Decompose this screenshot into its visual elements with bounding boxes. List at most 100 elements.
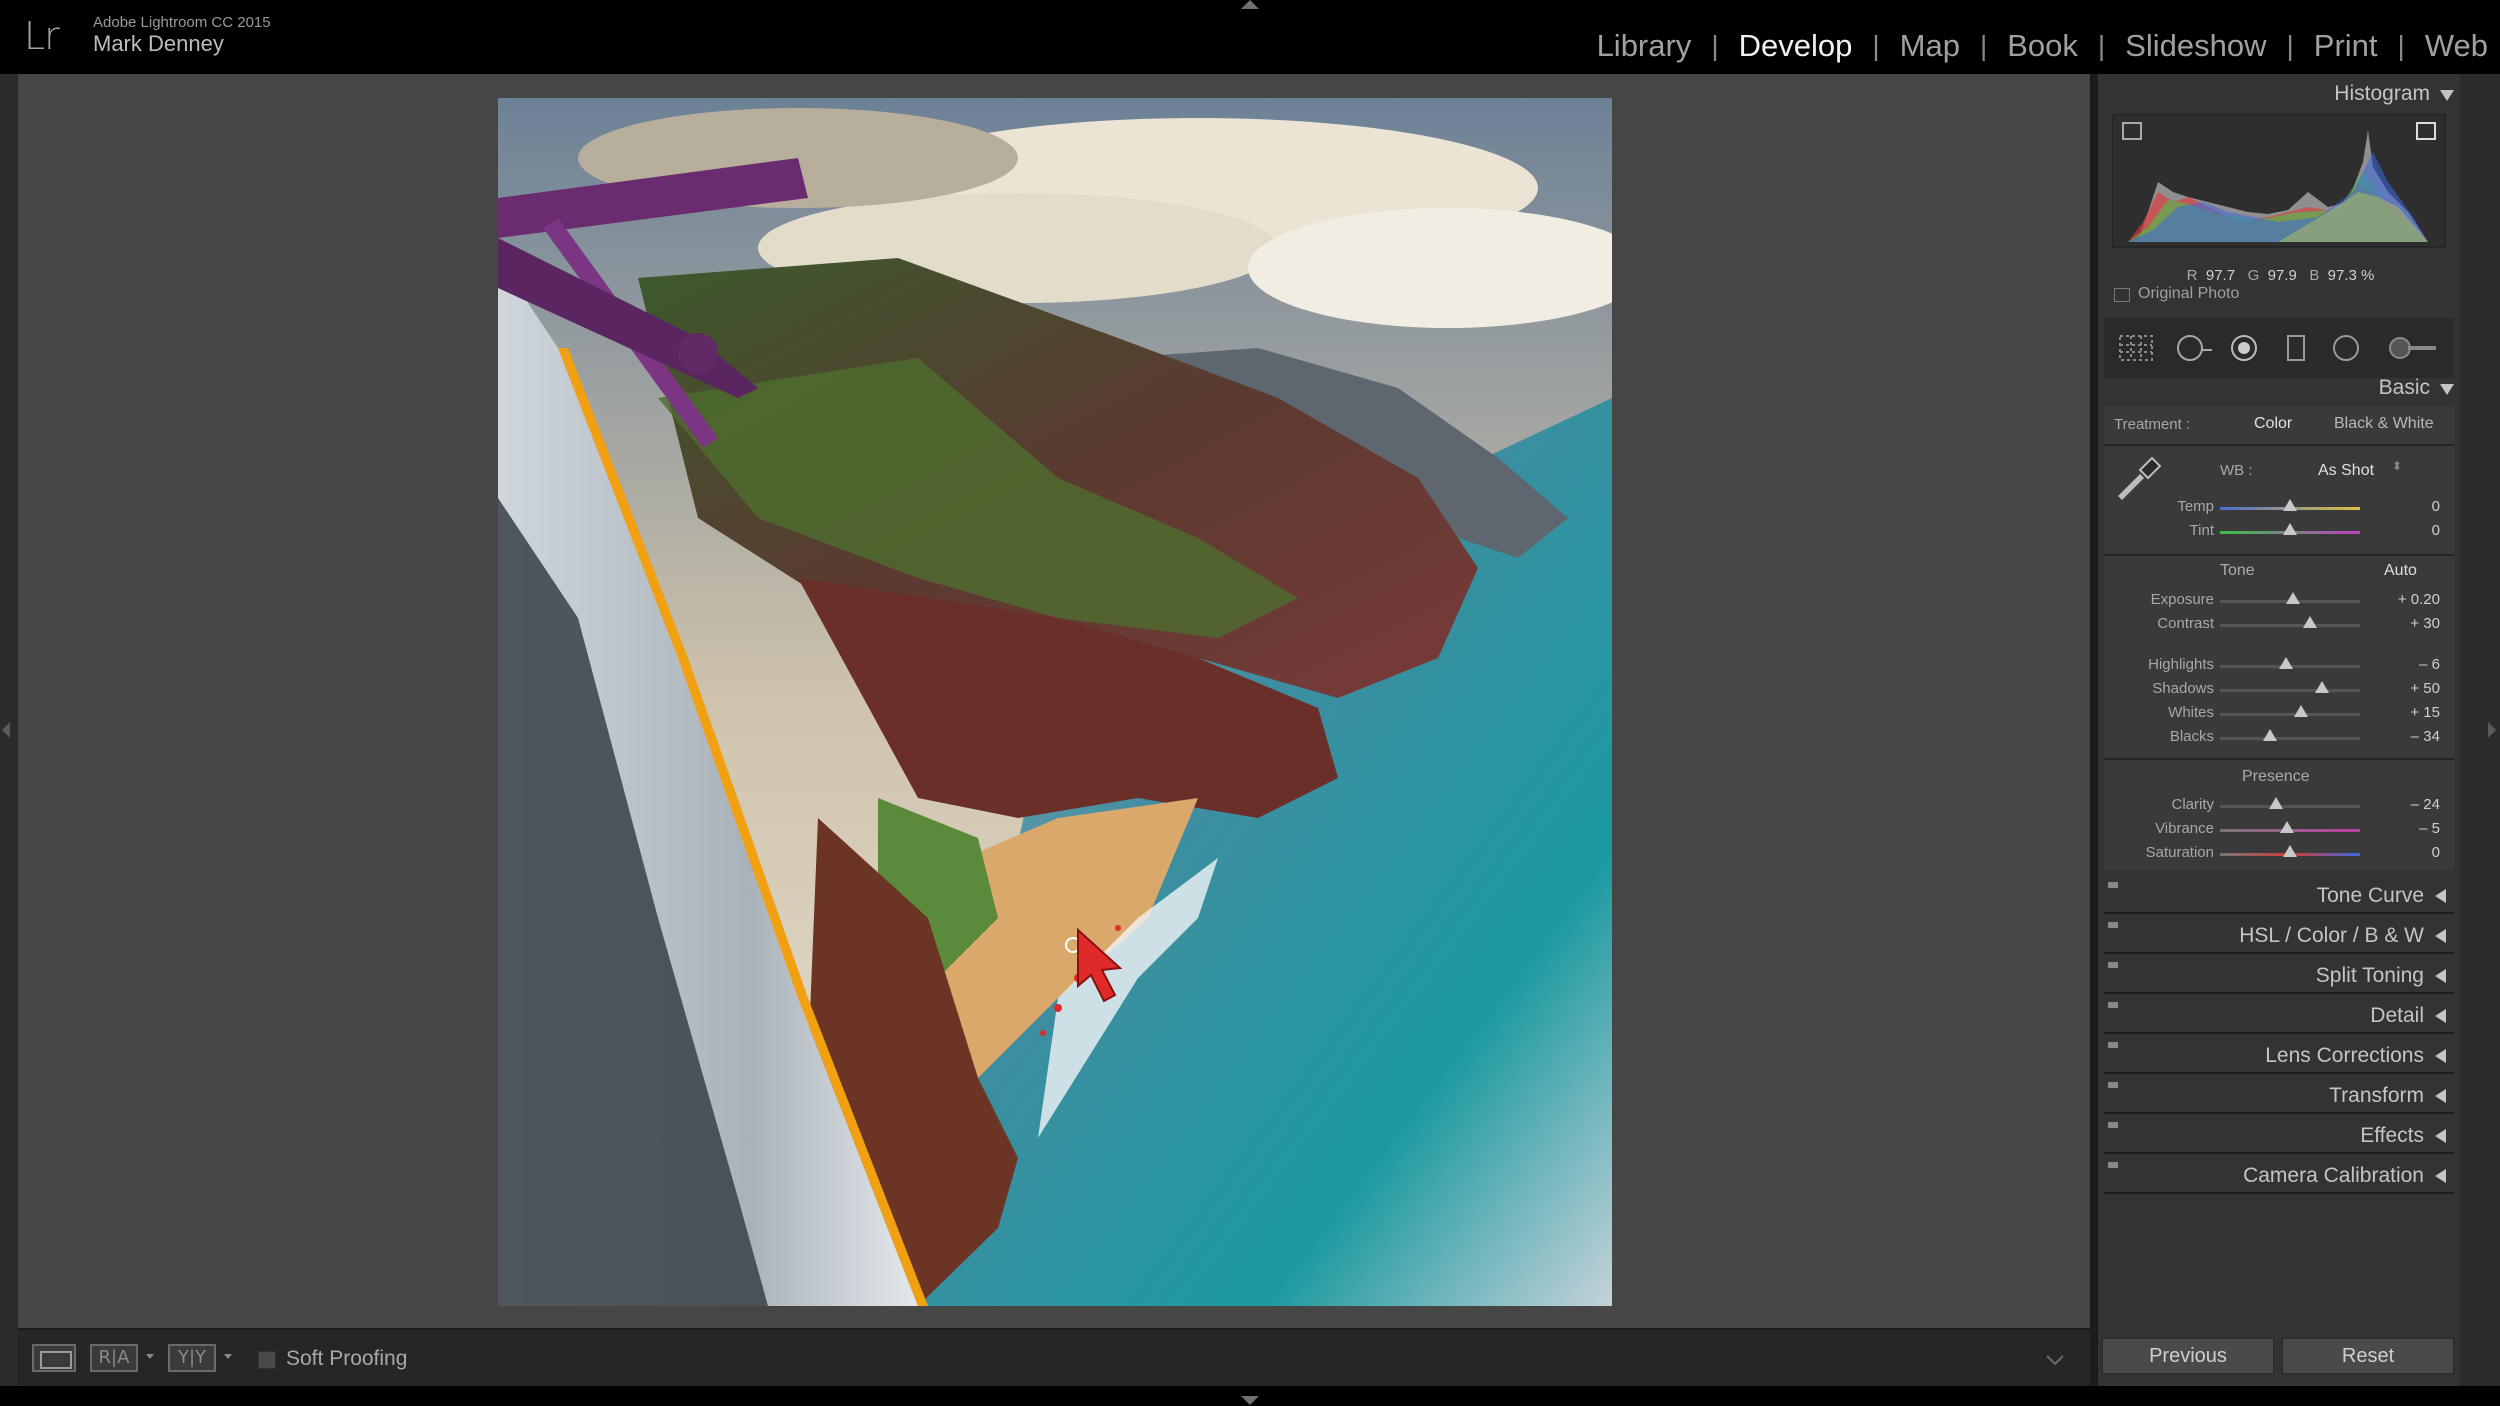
exposure-value[interactable]: + 0.20 <box>2370 591 2440 608</box>
hsl-panel-header[interactable]: HSL / Color / B & W <box>2104 916 2454 954</box>
slider-thumb[interactable] <box>2278 657 2293 669</box>
module-develop[interactable]: Develop <box>1719 28 1873 64</box>
module-web[interactable]: Web <box>2405 28 2500 64</box>
previous-button[interactable]: Previous <box>2102 1338 2274 1374</box>
panel-toggle-icon[interactable] <box>2108 1002 2118 1008</box>
chevron-updown-icon[interactable]: ⬍ <box>2392 459 2402 473</box>
treatment-bw-option[interactable]: Black & White <box>2334 415 2434 433</box>
left-panel-toggle-icon[interactable] <box>2 722 10 738</box>
basic-panel-header[interactable]: Basic <box>2379 376 2430 400</box>
detail-panel-header[interactable]: Detail <box>2104 996 2454 1034</box>
saturation-value[interactable]: 0 <box>2370 844 2440 861</box>
temp-value[interactable]: 0 <box>2370 498 2440 515</box>
clarity-slider[interactable] <box>2220 797 2360 809</box>
wb-select[interactable]: As Shot <box>2318 462 2374 480</box>
whites-value[interactable]: + 15 <box>2370 704 2440 721</box>
exposure-slider[interactable] <box>2220 592 2360 604</box>
chevron-down-icon[interactable] <box>146 1354 154 1359</box>
before-after-mode-button[interactable]: Y|Y <box>168 1344 216 1372</box>
panel-toggle-icon[interactable] <box>2108 1122 2118 1128</box>
chevron-left-icon[interactable] <box>2435 1129 2446 1143</box>
toolbar-menu-icon[interactable] <box>2044 1348 2066 1370</box>
chevron-left-icon[interactable] <box>2435 889 2446 903</box>
saturation-slider[interactable] <box>2220 845 2360 857</box>
effects-panel-header[interactable]: Effects <box>2104 1116 2454 1154</box>
top-panel-toggle-icon[interactable] <box>1241 0 1259 9</box>
contrast-value[interactable]: + 30 <box>2370 615 2440 632</box>
transform-panel-header[interactable]: Transform <box>2104 1076 2454 1114</box>
slider-thumb[interactable] <box>2283 523 2297 535</box>
module-book[interactable]: Book <box>1987 28 2098 64</box>
shadows-slider[interactable] <box>2220 681 2360 693</box>
slider-thumb[interactable] <box>2315 681 2330 693</box>
histogram[interactable] <box>2112 114 2446 248</box>
before-after-view-button[interactable]: R|A <box>90 1344 138 1372</box>
module-slideshow[interactable]: Slideshow <box>2105 28 2286 64</box>
slider-thumb[interactable] <box>2263 729 2278 741</box>
g-value: 97.9 <box>2267 267 2297 284</box>
vibrance-slider[interactable] <box>2220 821 2360 833</box>
photo-preview[interactable] <box>498 98 1612 1306</box>
panel-toggle-icon[interactable] <box>2108 962 2118 968</box>
module-map[interactable]: Map <box>1880 28 1980 64</box>
lens-corrections-panel-header[interactable]: Lens Corrections <box>2104 1036 2454 1074</box>
slider-thumb[interactable] <box>2280 821 2295 833</box>
chevron-left-icon[interactable] <box>2435 1009 2446 1023</box>
slider-thumb[interactable] <box>2283 845 2297 857</box>
crop-overlay-icon[interactable] <box>2118 334 2154 362</box>
treatment-color-option[interactable]: Color <box>2254 415 2292 433</box>
panel-toggle-icon[interactable] <box>2108 1042 2118 1048</box>
spot-removal-icon[interactable] <box>2174 334 2214 362</box>
module-library[interactable]: Library <box>1577 28 1712 64</box>
image-canvas[interactable] <box>18 74 2090 1328</box>
split-toning-panel-header[interactable]: Split Toning <box>2104 956 2454 994</box>
eyedropper-icon[interactable] <box>2114 456 2162 500</box>
soft-proofing-label: Soft Proofing <box>286 1347 408 1370</box>
histogram-header[interactable]: Histogram <box>2334 82 2430 106</box>
slider-thumb[interactable] <box>2269 797 2283 809</box>
radial-filter-icon[interactable] <box>2330 334 2362 362</box>
chevron-left-icon[interactable] <box>2435 1049 2446 1063</box>
adjustment-brush-icon[interactable] <box>2386 334 2440 362</box>
highlights-slider[interactable] <box>2220 657 2360 669</box>
chevron-down-icon[interactable] <box>2440 384 2454 395</box>
panel-toggle-icon[interactable] <box>2108 1162 2118 1168</box>
module-print[interactable]: Print <box>2294 28 2398 64</box>
slider-thumb[interactable] <box>2302 616 2317 628</box>
panel-toggle-icon[interactable] <box>2108 922 2118 928</box>
filmstrip-toggle-icon[interactable] <box>1241 1396 1259 1405</box>
chevron-down-icon[interactable] <box>224 1354 232 1359</box>
tone-curve-panel-header[interactable]: Tone Curve <box>2104 876 2454 914</box>
chevron-left-icon[interactable] <box>2435 969 2446 983</box>
camera-calibration-panel-header[interactable]: Camera Calibration <box>2104 1156 2454 1194</box>
temp-slider[interactable] <box>2220 499 2360 511</box>
panel-toggle-icon[interactable] <box>2108 1082 2118 1088</box>
blacks-slider[interactable] <box>2220 729 2360 741</box>
chevron-left-icon[interactable] <box>2435 929 2446 943</box>
clarity-value[interactable]: – 24 <box>2370 796 2440 813</box>
original-photo-checkbox[interactable] <box>2114 288 2130 302</box>
slider-thumb[interactable] <box>2285 592 2300 604</box>
chevron-left-icon[interactable] <box>2435 1089 2446 1103</box>
slider-thumb[interactable] <box>2283 499 2297 511</box>
shadows-value[interactable]: + 50 <box>2370 680 2440 697</box>
highlights-value[interactable]: – 6 <box>2370 656 2440 673</box>
tint-slider[interactable] <box>2220 523 2360 535</box>
tint-value[interactable]: 0 <box>2370 522 2440 539</box>
treatment-label: Treatment : <box>2114 416 2191 433</box>
whites-slider[interactable] <box>2220 705 2360 717</box>
red-eye-icon[interactable] <box>2228 334 2260 362</box>
loupe-view-button[interactable] <box>32 1344 76 1372</box>
contrast-slider[interactable] <box>2220 616 2360 628</box>
chevron-down-icon[interactable] <box>2440 90 2454 101</box>
panel-toggle-icon[interactable] <box>2108 882 2118 888</box>
auto-tone-button[interactable]: Auto <box>2384 562 2417 580</box>
reset-button[interactable]: Reset <box>2282 1338 2454 1374</box>
vibrance-value[interactable]: – 5 <box>2370 820 2440 837</box>
chevron-left-icon[interactable] <box>2435 1169 2446 1183</box>
blacks-value[interactable]: – 34 <box>2370 728 2440 745</box>
graduated-filter-icon[interactable] <box>2284 334 2308 362</box>
right-panel-toggle-icon[interactable] <box>2488 722 2496 738</box>
soft-proofing-checkbox[interactable] <box>258 1351 276 1369</box>
slider-thumb[interactable] <box>2294 705 2309 717</box>
